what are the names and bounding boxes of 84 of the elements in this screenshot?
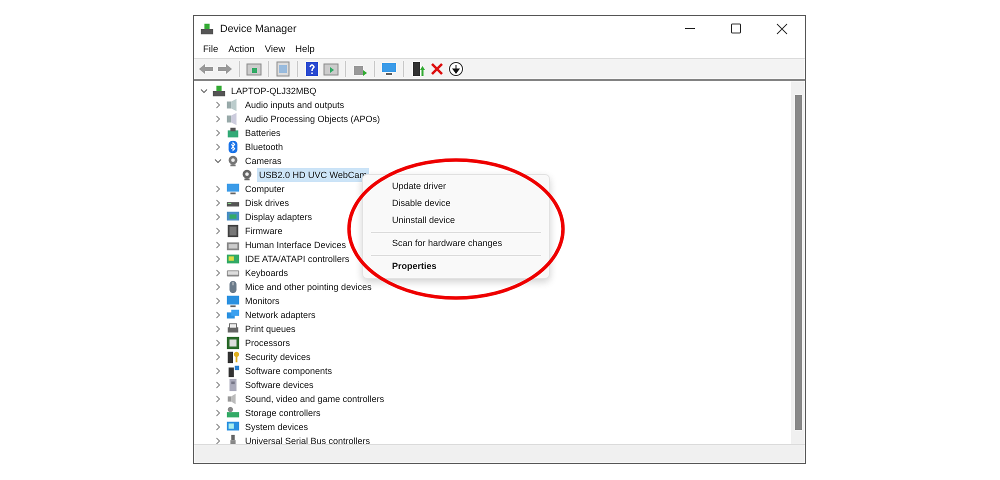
expand-chevron-icon[interactable]: [213, 226, 223, 236]
context-menu-item[interactable]: Scan for hardware changes: [363, 229, 549, 252]
context-menu-item[interactable]: Properties: [363, 252, 549, 275]
tree-item[interactable]: Software components: [243, 364, 334, 378]
expand-chevron-icon[interactable]: [213, 422, 223, 432]
device-icon: [226, 294, 240, 308]
expand-chevron-icon[interactable]: [213, 128, 223, 138]
tree-item[interactable]: Audio Processing Objects (APOs): [243, 112, 382, 126]
expand-chevron-icon[interactable]: [213, 212, 223, 222]
tree-item[interactable]: Bluetooth: [243, 140, 286, 154]
expand-chevron-icon[interactable]: [213, 198, 223, 208]
tree-item[interactable]: Software devices: [243, 378, 316, 392]
download-icon[interactable]: [448, 61, 464, 77]
expand-chevron-icon[interactable]: [213, 114, 223, 124]
expand-chevron-icon[interactable]: [213, 436, 223, 444]
device-icon: [226, 126, 240, 140]
device-icon: [226, 154, 240, 168]
tree-item[interactable]: Storage controllers: [243, 406, 323, 420]
expand-chevron-icon[interactable]: [213, 352, 223, 362]
monitor-icon[interactable]: [381, 61, 397, 77]
device-icon: [226, 406, 240, 420]
console-tree-icon[interactable]: [246, 61, 262, 77]
context-menu-item[interactable]: Uninstall device: [363, 212, 549, 229]
tree-item[interactable]: IDE ATA/ATAPI controllers: [243, 252, 352, 266]
device-icon: [226, 140, 240, 154]
tree-item[interactable]: Audio inputs and outputs: [243, 98, 346, 112]
tree-item[interactable]: Security devices: [243, 350, 313, 364]
tree-item[interactable]: Sound, video and game controllers: [243, 392, 386, 406]
expand-chevron-icon[interactable]: [213, 296, 223, 306]
expand-chevron-icon[interactable]: [213, 240, 223, 250]
tree-item[interactable]: Monitors: [243, 294, 282, 308]
expand-chevron-icon[interactable]: [213, 310, 223, 320]
scrollbar[interactable]: [791, 81, 805, 444]
forward-arrow-icon[interactable]: [217, 61, 233, 77]
tree-item[interactable]: Computer: [243, 182, 287, 196]
device-icon: [226, 350, 240, 364]
tree-item[interactable]: Processors: [243, 336, 292, 350]
uninstall-icon[interactable]: [429, 61, 445, 77]
tree-item[interactable]: Cameras: [243, 154, 284, 168]
menu-item[interactable]: View: [260, 44, 290, 55]
tree-item[interactable]: System devices: [243, 420, 310, 434]
expand-chevron-icon[interactable]: [213, 366, 223, 376]
window-title: Device Manager: [220, 22, 296, 34]
tree-item[interactable]: Universal Serial Bus controllers: [243, 434, 372, 444]
menu-item[interactable]: Help: [290, 44, 320, 55]
tree-item[interactable]: Keyboards: [243, 266, 290, 280]
device-icon: [212, 84, 226, 98]
menu-item[interactable]: File: [198, 44, 224, 55]
context-menu-item[interactable]: Disable device: [363, 195, 549, 212]
tree-item[interactable]: Display adapters: [243, 210, 314, 224]
device-icon: [240, 168, 254, 182]
expand-chevron-icon[interactable]: [213, 324, 223, 334]
update-driver-icon[interactable]: [410, 61, 426, 77]
tree-item[interactable]: Network adapters: [243, 308, 318, 322]
action-pane-icon[interactable]: [323, 61, 339, 77]
app-icon: [200, 22, 214, 36]
expand-chevron-icon[interactable]: [213, 184, 223, 194]
help-icon[interactable]: [304, 61, 320, 77]
tree-item[interactable]: Disk drives: [243, 196, 292, 210]
expand-chevron-icon[interactable]: [213, 142, 223, 152]
expand-chevron-icon[interactable]: [213, 268, 223, 278]
expand-chevron-icon[interactable]: [213, 338, 223, 348]
tree-item[interactable]: Mice and other pointing devices: [243, 280, 374, 294]
tree-item[interactable]: Human Interface Devices: [243, 238, 348, 252]
device-icon: [226, 252, 240, 266]
expand-chevron-icon[interactable]: [213, 408, 223, 418]
tree-item[interactable]: LAPTOP-QLJ32MBQ: [229, 84, 318, 98]
expand-chevron-icon[interactable]: [213, 282, 223, 292]
device-icon: [226, 336, 240, 350]
collapse-chevron-icon[interactable]: [213, 156, 223, 166]
expand-chevron-icon[interactable]: [213, 100, 223, 110]
device-icon: [226, 224, 240, 238]
collapse-chevron-icon[interactable]: [199, 86, 209, 96]
device-icon: [226, 364, 240, 378]
properties-icon[interactable]: [275, 61, 291, 77]
tree-item[interactable]: Firmware: [243, 224, 284, 238]
expand-chevron-icon[interactable]: [213, 394, 223, 404]
tree-item[interactable]: Batteries: [243, 126, 283, 140]
expand-chevron-icon[interactable]: [213, 254, 223, 264]
menu-item[interactable]: Action: [223, 44, 260, 55]
device-icon: [226, 182, 240, 196]
back-arrow-icon[interactable]: [198, 61, 214, 77]
tree-item[interactable]: Print queues: [243, 322, 298, 336]
expand-chevron-icon[interactable]: [213, 380, 223, 390]
